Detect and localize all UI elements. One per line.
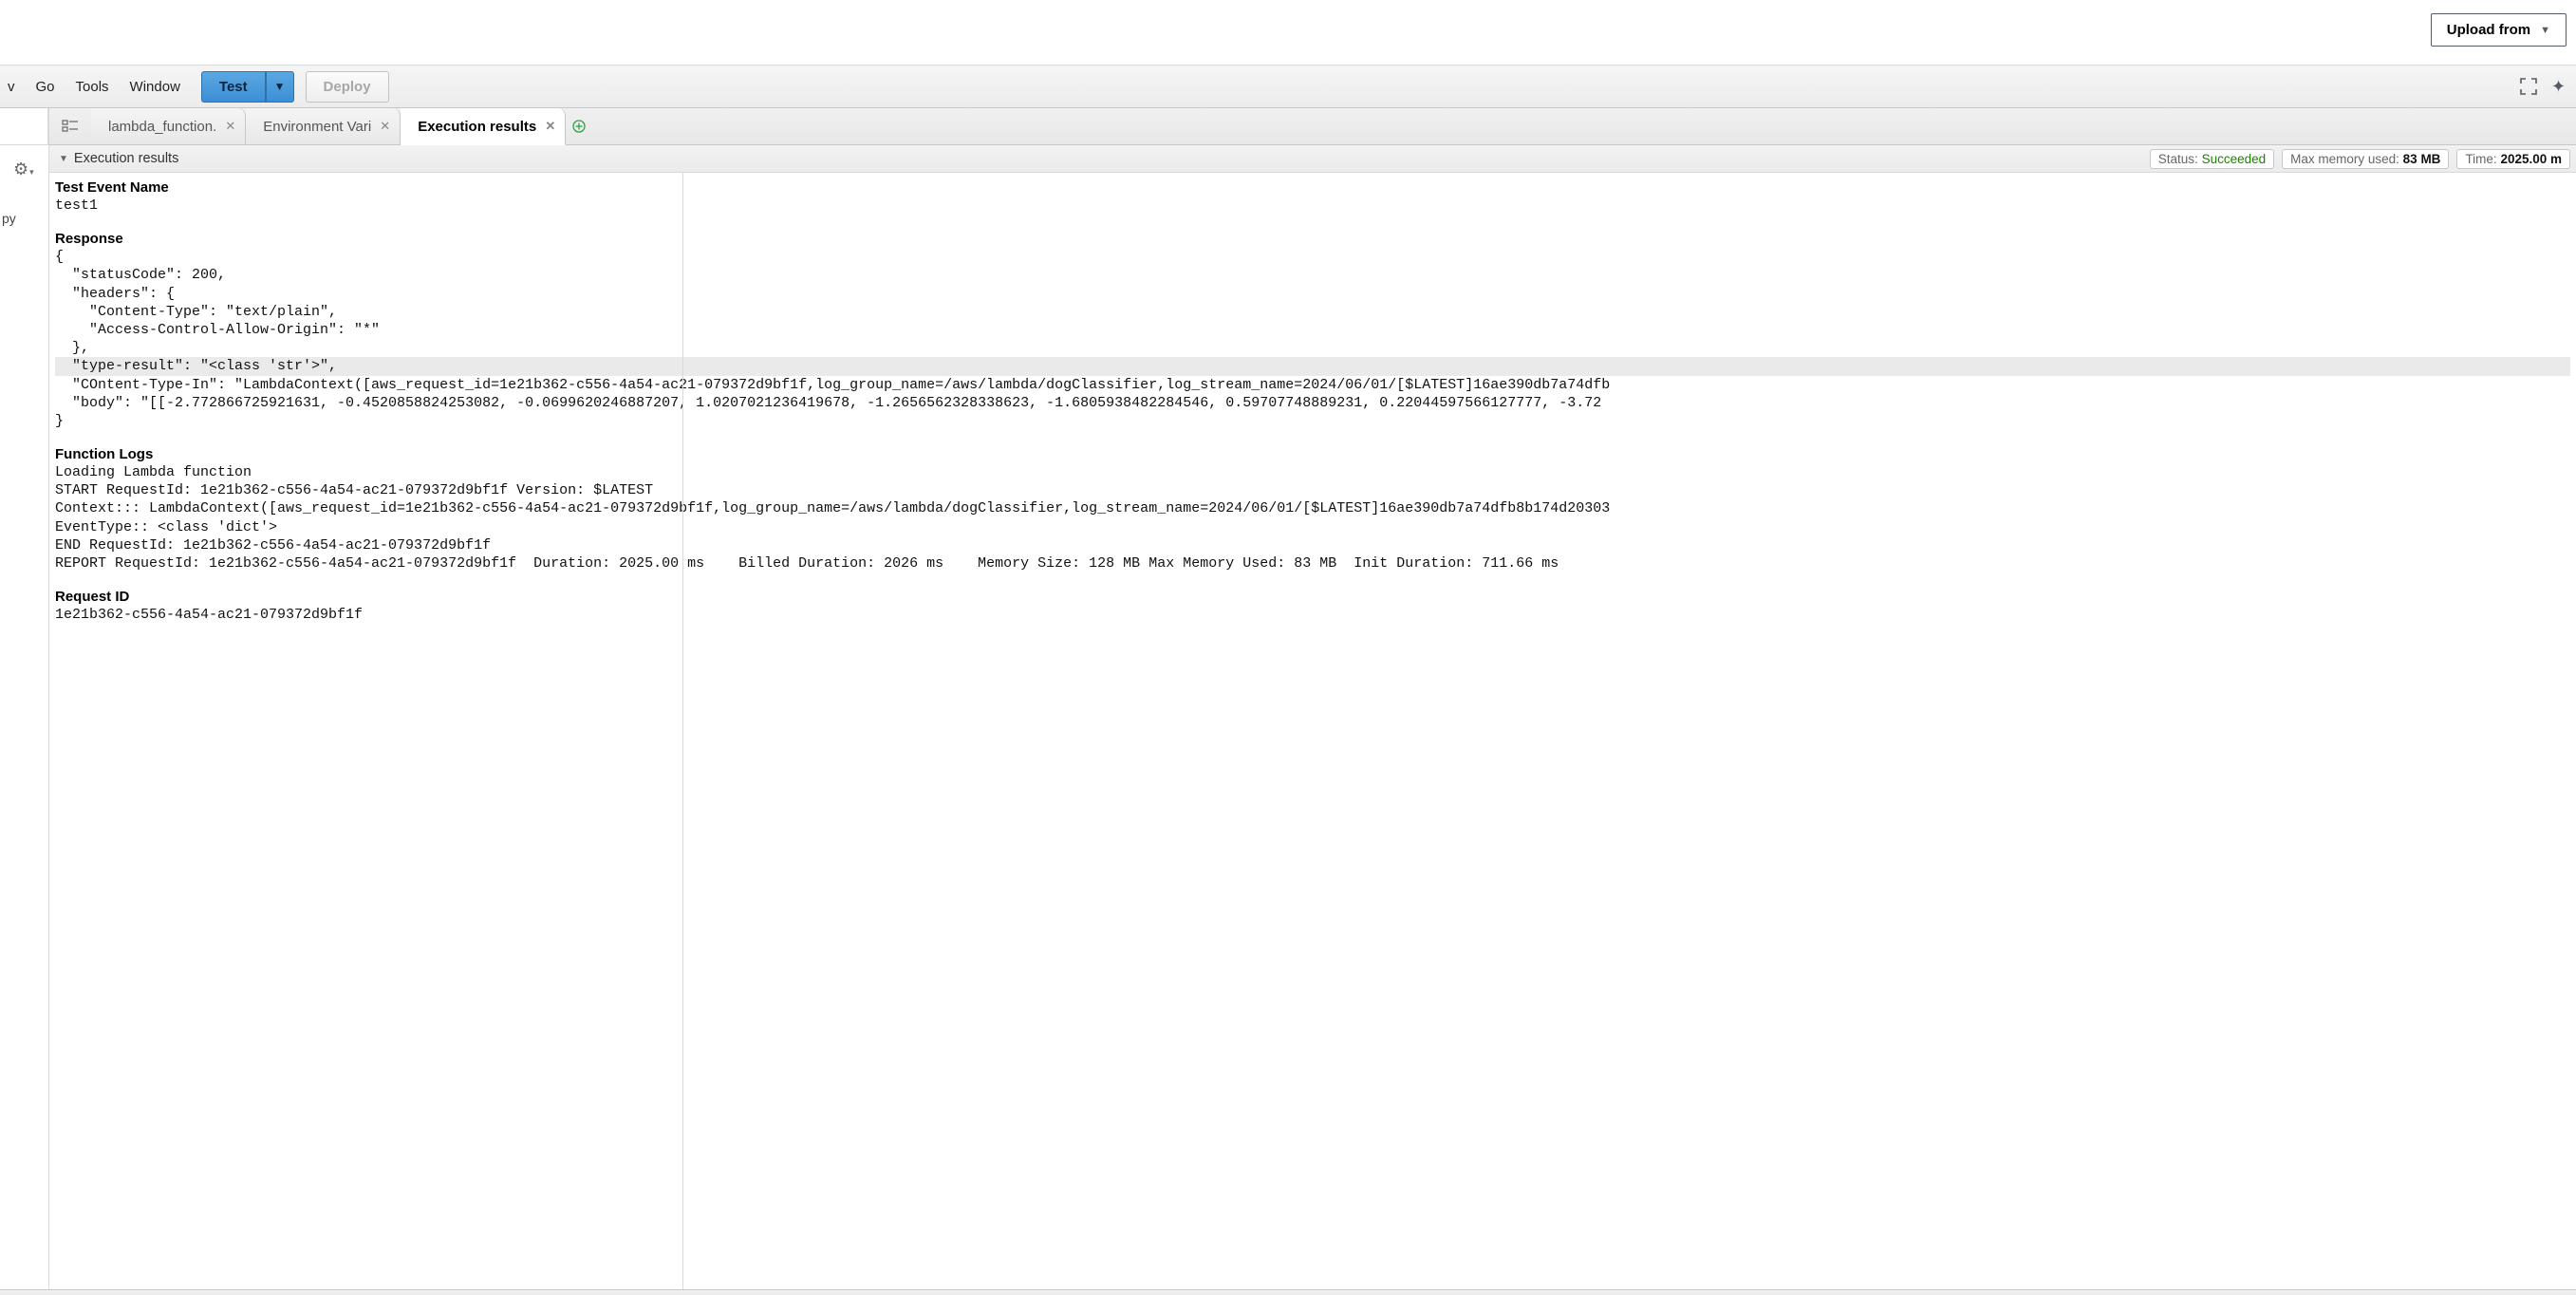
- caret-down-icon: ▼: [2540, 25, 2550, 36]
- editor-menubar: v Go Tools Window Test ▼ Deploy ✦: [0, 65, 2576, 108]
- response-line: },: [49, 339, 2576, 357]
- tab-label: lambda_function.: [108, 119, 216, 135]
- sidebar-top-box: [0, 108, 48, 145]
- tab-add-button[interactable]: [566, 108, 592, 144]
- response-line: {: [49, 248, 2576, 266]
- tab-list-icon[interactable]: [49, 108, 91, 144]
- response-line: "Access-Control-Allow-Origin": "*": [49, 321, 2576, 339]
- response-line: "body": "[[-2.772866725921631, -0.452085…: [49, 394, 2576, 412]
- request-id-heading: Request ID: [49, 586, 2576, 606]
- function-logs-heading: Function Logs: [49, 443, 2576, 463]
- execution-results-content[interactable]: Test Event Name test1 Response { "status…: [49, 173, 2576, 1289]
- fullscreen-icon[interactable]: [2519, 77, 2538, 96]
- top-area: Upload from ▼: [0, 0, 2576, 65]
- menu-go[interactable]: Go: [27, 73, 65, 101]
- tab-execution-results[interactable]: Execution results ✕: [401, 108, 566, 145]
- log-line: EventType:: <class 'dict'>: [49, 518, 2576, 536]
- sidebar-cut-py: py: [2, 211, 16, 226]
- response-line: "COntent-Type-In": "LambdaContext([aws_r…: [49, 376, 2576, 394]
- status-pill: Status: Succeeded: [2150, 149, 2274, 169]
- upload-from-button[interactable]: Upload from ▼: [2431, 13, 2567, 47]
- tab-environment-variables[interactable]: Environment Vari ✕: [246, 108, 401, 144]
- bottom-status-bar: [0, 1289, 2576, 1295]
- left-sidebar: ⚙▾ py: [0, 108, 49, 1295]
- status-pills: Status: Succeeded Max memory used: 83 MB…: [2150, 149, 2570, 169]
- test-button-group: Test ▼: [201, 71, 294, 103]
- extensions-icon[interactable]: ✦: [2551, 77, 2568, 97]
- close-icon[interactable]: ✕: [380, 119, 390, 134]
- response-line: "Content-Type": "text/plain",: [49, 303, 2576, 321]
- status-label: Status:: [2158, 152, 2202, 166]
- test-event-name-value: test1: [49, 197, 2576, 215]
- test-button[interactable]: Test: [201, 71, 266, 103]
- log-line: REPORT RequestId: 1e21b362-c556-4a54-ac2…: [49, 554, 2576, 572]
- settings-gear-icon[interactable]: ⚙▾: [13, 160, 34, 179]
- menu-window[interactable]: Window: [121, 73, 190, 101]
- response-line: "statusCode": 200,: [49, 266, 2576, 284]
- collapse-triangle-icon[interactable]: ▼: [59, 154, 68, 164]
- response-line-highlighted: "type-result": "<class 'str'>",: [49, 357, 2576, 375]
- response-line: "headers": {: [49, 285, 2576, 303]
- status-value: Succeeded: [2202, 152, 2267, 166]
- test-event-name-heading: Test Event Name: [49, 177, 2576, 197]
- tab-label: Environment Vari: [263, 119, 371, 135]
- tab-label: Execution results: [418, 119, 536, 135]
- tabbar: lambda_function. ✕ Environment Vari ✕ Ex…: [49, 108, 2576, 145]
- time-label: Time:: [2465, 152, 2500, 166]
- test-dropdown-button[interactable]: ▼: [266, 71, 294, 103]
- request-id-value: 1e21b362-c556-4a54-ac21-079372d9bf1f: [49, 606, 2576, 624]
- time-value: 2025.00 m: [2500, 152, 2562, 166]
- max-memory-pill: Max memory used: 83 MB: [2282, 149, 2449, 169]
- response-line: }: [49, 412, 2576, 430]
- execution-results-title: Execution results: [74, 151, 178, 166]
- log-line: Context::: LambdaContext([aws_request_id…: [49, 499, 2576, 517]
- log-line: END RequestId: 1e21b362-c556-4a54-ac21-0…: [49, 536, 2576, 554]
- deploy-button: Deploy: [306, 71, 389, 103]
- tab-lambda-function[interactable]: lambda_function. ✕: [91, 108, 246, 144]
- log-line: Loading Lambda function: [49, 463, 2576, 481]
- mem-label: Max memory used:: [2290, 152, 2403, 166]
- time-pill: Time: 2025.00 m: [2456, 149, 2570, 169]
- menu-tools[interactable]: Tools: [66, 73, 119, 101]
- execution-results-header: ▼ Execution results Status: Succeeded Ma…: [49, 145, 2576, 173]
- close-icon[interactable]: ✕: [545, 119, 555, 134]
- response-heading: Response: [49, 228, 2576, 248]
- menu-cut-view[interactable]: v: [6, 73, 25, 101]
- upload-from-label: Upload from: [2447, 22, 2530, 38]
- log-line: START RequestId: 1e21b362-c556-4a54-ac21…: [49, 481, 2576, 499]
- mem-value: 83 MB: [2403, 152, 2441, 166]
- close-icon[interactable]: ✕: [225, 119, 235, 134]
